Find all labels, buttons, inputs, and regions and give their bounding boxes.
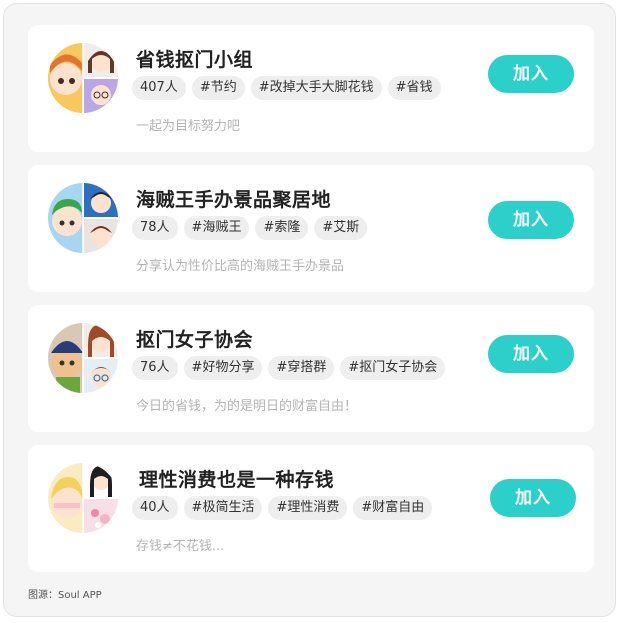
topic-tag[interactable]: #极简生活: [183, 496, 263, 520]
group-tags: 407人 #节约 #改掉大手大脚花钱 #省钱: [132, 76, 441, 100]
group-avatar: [48, 43, 118, 113]
member-count-tag: 407人: [132, 76, 186, 100]
group-card[interactable]: 抠门女子协会 76人 #好物分享 #穿搭群 #抠门女子协会 今日的省钱，为的是明…: [28, 305, 594, 432]
topic-tag[interactable]: #省钱: [387, 76, 441, 100]
group-tags: 78人 #海贼王 #索隆 #艾斯: [132, 216, 368, 240]
topic-tag[interactable]: #好物分享: [183, 356, 263, 380]
group-description: 一起为目标努力吧: [136, 119, 241, 134]
group-title: 抠门女子协会: [136, 329, 254, 351]
group-avatar: [48, 463, 118, 533]
join-button[interactable]: 加入: [488, 55, 574, 93]
group-tags: 40人 #极简生活 #理性消费 #财富自由: [132, 496, 433, 520]
topic-tag[interactable]: #海贼王: [183, 216, 250, 240]
image-credit: 图源：Soul APP: [28, 590, 102, 601]
join-button[interactable]: 加入: [488, 335, 574, 373]
topic-tag[interactable]: #艾斯: [314, 216, 368, 240]
member-count-tag: 40人: [132, 496, 178, 520]
group-description: 分享认为性价比高的海贼王手办景品: [136, 259, 345, 274]
topic-tag[interactable]: #理性消费: [268, 496, 348, 520]
group-avatar: [48, 183, 118, 253]
member-count-tag: 76人: [132, 356, 178, 380]
group-card[interactable]: 省钱抠门小组 407人 #节约 #改掉大手大脚花钱 #省钱 一起为目标努力吧 加…: [28, 25, 594, 152]
topic-tag[interactable]: #财富自由: [353, 496, 433, 520]
group-card[interactable]: 理性消费也是一种存钱 40人 #极简生活 #理性消费 #财富自由 存钱≠不花钱.…: [28, 445, 594, 572]
topic-tag[interactable]: #节约: [191, 76, 245, 100]
join-button[interactable]: 加入: [488, 201, 574, 239]
topic-tag[interactable]: #改掉大手大脚花钱: [250, 76, 382, 100]
group-title: 省钱抠门小组: [136, 49, 254, 71]
join-button[interactable]: 加入: [490, 479, 576, 517]
group-description: 存钱≠不花钱...: [136, 539, 225, 554]
group-avatar: [48, 323, 118, 393]
topic-tag[interactable]: #抠门女子协会: [340, 356, 446, 380]
member-count-tag: 78人: [132, 216, 178, 240]
group-title: 理性消费也是一种存钱: [139, 469, 335, 491]
group-card[interactable]: 海贼王手办景品聚居地 78人 #海贼王 #索隆 #艾斯 分享认为性价比高的海贼王…: [28, 165, 594, 292]
topic-tag[interactable]: #索隆: [255, 216, 309, 240]
topic-tag[interactable]: #穿搭群: [268, 356, 335, 380]
group-list-panel: 省钱抠门小组 407人 #节约 #改掉大手大脚花钱 #省钱 一起为目标努力吧 加…: [3, 3, 616, 617]
group-tags: 76人 #好物分享 #穿搭群 #抠门女子协会: [132, 356, 446, 380]
group-title: 海贼王手办景品聚居地: [136, 189, 332, 211]
group-description: 今日的省钱，为的是明日的财富自由！: [136, 399, 358, 414]
